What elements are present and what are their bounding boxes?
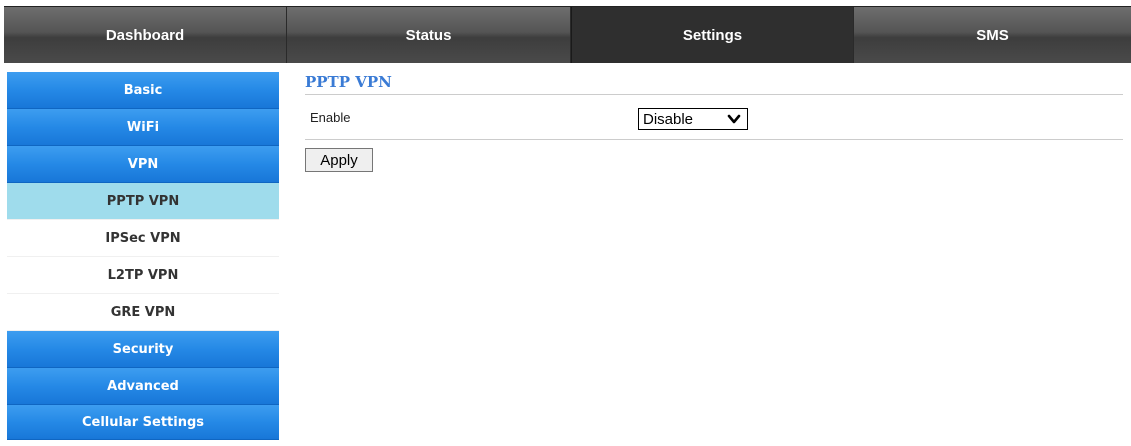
tab-sms[interactable]: SMS (854, 7, 1131, 63)
sidebar-item-advanced[interactable]: Advanced (7, 368, 279, 405)
enable-select-value: Disable (643, 110, 694, 128)
sidebar: Basic WiFi VPN PPTP VPN IPSec VPN L2TP V… (7, 72, 279, 440)
sidebar-item-security[interactable]: Security (7, 331, 279, 368)
sidebar-item-vpn[interactable]: VPN (7, 146, 279, 183)
enable-row: Enable Disable (305, 95, 1123, 140)
sidebar-item-gre-vpn[interactable]: GRE VPN (7, 294, 279, 331)
tab-settings[interactable]: Settings (571, 7, 854, 63)
page-title: PPTP VPN (305, 72, 1123, 95)
app-frame: Dashboard Status Settings SMS Basic WiFi… (0, 0, 1131, 446)
enable-label: Enable (310, 110, 351, 125)
sidebar-item-basic[interactable]: Basic (7, 72, 279, 109)
sidebar-item-l2tp-vpn[interactable]: L2TP VPN (7, 257, 279, 294)
sidebar-item-ipsec-vpn[interactable]: IPSec VPN (7, 220, 279, 257)
tab-status[interactable]: Status (287, 7, 571, 63)
chevron-down-icon (727, 114, 741, 124)
main-content: PPTP VPN Enable Disable Apply (305, 72, 1123, 172)
enable-select[interactable]: Disable (638, 108, 748, 130)
apply-button[interactable]: Apply (305, 148, 373, 172)
sidebar-item-wifi[interactable]: WiFi (7, 109, 279, 146)
sidebar-item-pptp-vpn[interactable]: PPTP VPN (7, 183, 279, 220)
tab-dashboard[interactable]: Dashboard (4, 7, 287, 63)
top-navigation: Dashboard Status Settings SMS (4, 6, 1131, 63)
sidebar-item-cellular-settings[interactable]: Cellular Settings (7, 405, 279, 440)
